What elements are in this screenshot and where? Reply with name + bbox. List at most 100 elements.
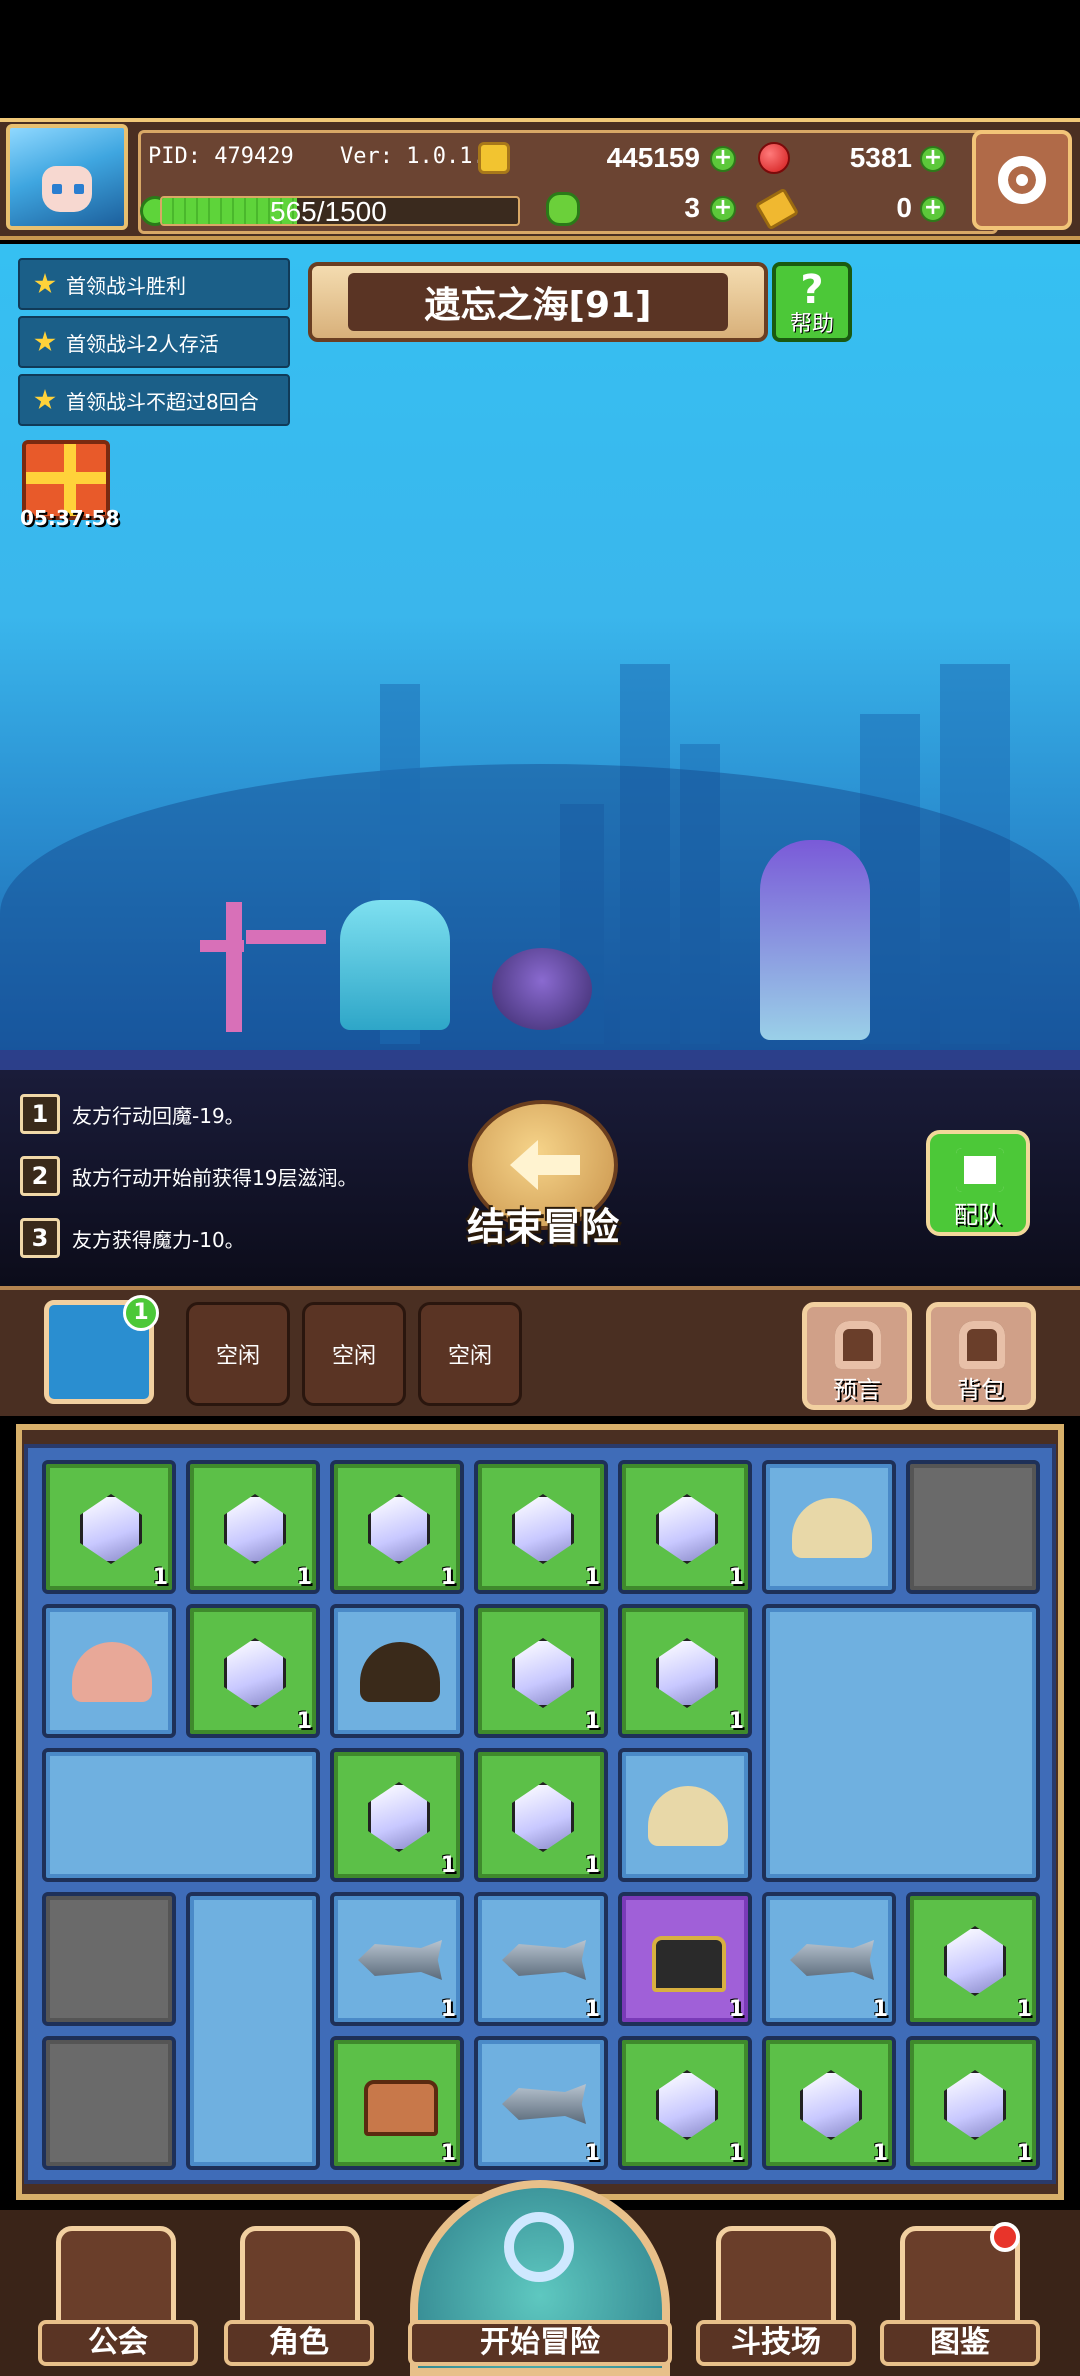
- clover-amount: 3: [684, 192, 700, 223]
- fish-icon: [358, 1940, 442, 1980]
- inventory-slot[interactable]: 1: [474, 1604, 608, 1738]
- item-count: 1: [728, 1709, 744, 1734]
- inventory-slot[interactable]: 1: [906, 1892, 1040, 2026]
- idle-slot[interactable]: 空闲: [302, 1302, 406, 1406]
- log-number: 2: [20, 1156, 60, 1196]
- clover-icon: [546, 192, 580, 226]
- help-button[interactable]: ? 帮助: [772, 262, 852, 342]
- bag-label: 背包: [957, 1376, 1005, 1404]
- item-count: 1: [872, 2141, 888, 2166]
- team-label: 配队: [954, 1201, 1002, 1229]
- inventory-slot[interactable]: [42, 1892, 176, 2026]
- nav-start-adventure[interactable]: 开始冒险: [408, 2320, 672, 2366]
- inventory-slot[interactable]: 1: [906, 2036, 1040, 2170]
- inventory-slot[interactable]: 1: [330, 2036, 464, 2170]
- inventory-slot[interactable]: [42, 1604, 176, 1738]
- item-count: 1: [728, 2141, 744, 2166]
- prophecy-button[interactable]: 预言: [802, 1302, 912, 1410]
- bag-button[interactable]: 背包: [926, 1302, 1036, 1410]
- gift-timer: 05:37:58: [20, 506, 120, 530]
- inventory-slot[interactable]: [618, 1748, 752, 1882]
- stage-title: 遗忘之海[91]: [348, 273, 728, 331]
- inventory-slot[interactable]: 1: [474, 1748, 608, 1882]
- idle-slot[interactable]: 空闲: [186, 1302, 290, 1406]
- crystal-icon: [368, 1494, 430, 1564]
- nav-guild[interactable]: 公会: [38, 2320, 198, 2366]
- star-icon: [34, 331, 56, 352]
- ally-pet-sprite: [492, 948, 592, 1030]
- quest-label: 首领战斗胜利: [66, 273, 186, 298]
- inventory-slot[interactable]: 1: [330, 1460, 464, 1594]
- quest-label: 首领战斗2人存活: [66, 331, 219, 356]
- log-line: 1 友方行动回魔-19。: [20, 1094, 245, 1134]
- item-count: 1: [440, 1997, 456, 2022]
- inventory-slot[interactable]: 1: [762, 2036, 896, 2170]
- item-count: 1: [440, 2141, 456, 2166]
- coral-node[interactable]: [762, 1604, 1040, 1882]
- inventory-slot[interactable]: 1: [474, 1460, 608, 1594]
- notification-dot: [990, 2222, 1020, 2252]
- item-count: 1: [584, 1853, 600, 1878]
- inventory-slot[interactable]: 1: [330, 1892, 464, 2026]
- inventory-slot[interactable]: [906, 1460, 1040, 1594]
- question-icon: ?: [800, 267, 824, 313]
- item-count: 1: [584, 1565, 600, 1590]
- player-avatar[interactable]: [6, 124, 128, 230]
- ruins-node[interactable]: [42, 1748, 320, 1882]
- inventory-slot[interactable]: 1: [618, 1460, 752, 1594]
- inventory-slot[interactable]: 1: [186, 1460, 320, 1594]
- add-gold-button[interactable]: +: [710, 146, 736, 172]
- inventory-slot[interactable]: 1: [474, 2036, 608, 2170]
- end-adventure-label: 结束冒险: [466, 1205, 619, 1249]
- add-key-button[interactable]: +: [920, 196, 946, 222]
- crystal-icon: [512, 1638, 574, 1708]
- inventory-slot[interactable]: 1: [618, 1892, 752, 2026]
- inventory-slot[interactable]: 1: [762, 1892, 896, 2026]
- hp-value: 565/1500: [270, 196, 387, 227]
- inventory-grid: 1 1 1 1 1 1 1 1 1 1 1 1 1 1 1 1 1 1 1 1: [24, 1444, 1056, 2184]
- star-icon: [34, 273, 56, 294]
- inventory-slot[interactable]: 1: [474, 1892, 608, 2026]
- settings-button[interactable]: [972, 130, 1072, 230]
- nav-codex[interactable]: 图鉴: [880, 2320, 1040, 2366]
- idle-slot[interactable]: 空闲: [418, 1302, 522, 1406]
- quest-item: 首领战斗胜利: [18, 258, 290, 310]
- add-clover-button[interactable]: +: [710, 196, 736, 222]
- crystal-icon: [368, 1782, 430, 1852]
- magnifier-icon: [504, 2212, 574, 2282]
- item-count: 1: [296, 1709, 312, 1734]
- key-amount: 0: [896, 192, 912, 223]
- star-icon: [34, 389, 56, 410]
- inventory-slot[interactable]: 1: [330, 1748, 464, 1882]
- item-count: 1: [440, 1565, 456, 1590]
- inventory-slot[interactable]: [42, 2036, 176, 2170]
- inventory-slot[interactable]: 1: [186, 1604, 320, 1738]
- inventory-slot[interactable]: 1: [618, 1604, 752, 1738]
- log-line: 2 敌方行动开始前获得19层滋润。: [20, 1156, 357, 1196]
- clam-icon: [792, 1498, 872, 1558]
- ally-hero-sprite: [340, 900, 450, 1030]
- nav-arena[interactable]: 斗技场: [696, 2320, 856, 2366]
- add-gem-button[interactable]: +: [920, 146, 946, 172]
- gold-coin-icon: [478, 142, 510, 174]
- item-count: 1: [584, 2141, 600, 2166]
- map-slot[interactable]: 1: [44, 1295, 159, 1404]
- help-label: 帮助: [789, 312, 834, 337]
- inventory-slot[interactable]: [330, 1604, 464, 1738]
- quest-item: 首领战斗不超过8回合: [18, 374, 290, 426]
- nav-character[interactable]: 角色: [224, 2320, 374, 2366]
- fish-icon: [790, 1940, 874, 1980]
- end-adventure-button[interactable]: 结束冒险: [458, 1100, 619, 1250]
- gear-icon: [998, 156, 1046, 204]
- pillar-node[interactable]: [186, 1892, 320, 2170]
- log-number: 1: [20, 1094, 60, 1134]
- gem-amount: 5381: [849, 142, 912, 173]
- inventory-slot[interactable]: [762, 1460, 896, 1594]
- inventory-slot[interactable]: 1: [618, 2036, 752, 2170]
- red-gem-icon: [758, 142, 790, 174]
- item-count: 1: [728, 1997, 744, 2022]
- fish-icon: [502, 2084, 586, 2124]
- inventory-slot[interactable]: 1: [42, 1460, 176, 1594]
- team-button[interactable]: 配队: [926, 1130, 1030, 1236]
- item-count: 1: [296, 1565, 312, 1590]
